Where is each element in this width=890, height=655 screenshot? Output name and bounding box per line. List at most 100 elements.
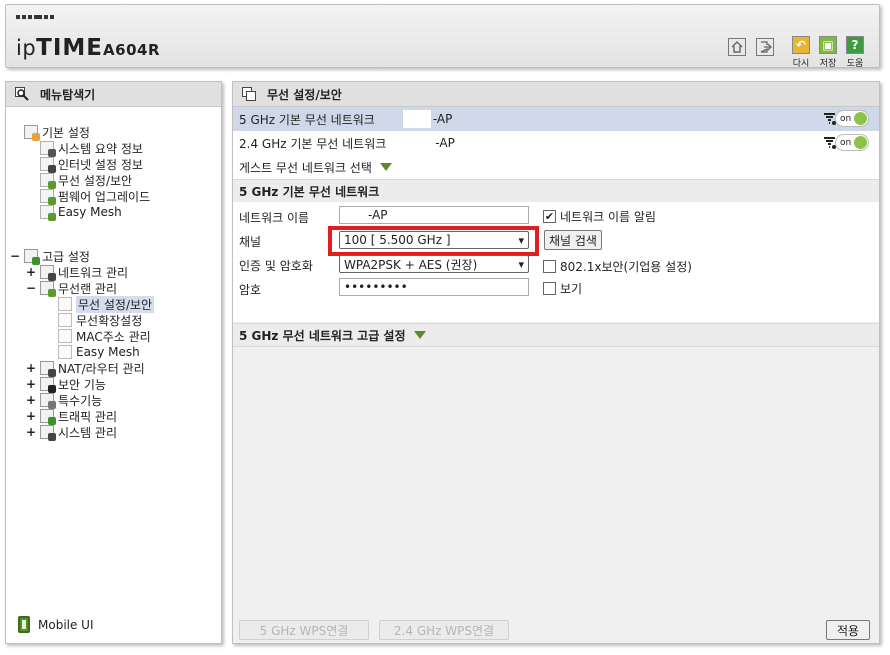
menu-explorer-panel: 메뉴탐색기 기본 설정 시스템 요약 정보 인터넷 설정 정보 무선 설정/보안… — [5, 81, 222, 644]
logout-icon[interactable] — [756, 38, 774, 56]
tree-easy-mesh-advanced[interactable]: Easy Mesh — [58, 344, 140, 360]
save-icon: ▣ — [819, 36, 837, 54]
advanced-5ghz-toggle[interactable]: 5 GHz 무선 네트워크 고급 설정 — [233, 323, 879, 347]
wifi-icon — [40, 281, 56, 297]
tree-wireless-security-basic[interactable]: 무선 설정/보안 — [40, 172, 132, 189]
wps-5ghz-button[interactable]: 5 GHz WPS연결 — [239, 620, 369, 640]
auth-label: 인증 및 암호화 — [239, 259, 313, 273]
tree-mac-management[interactable]: MAC주소 관리 — [58, 328, 151, 344]
folder-icon — [24, 125, 40, 141]
upgrade-icon — [40, 189, 56, 205]
password-label: 암호 — [239, 283, 262, 297]
tree-special-features[interactable]: + 특수기능 — [26, 392, 102, 409]
chart-icon — [40, 141, 56, 157]
tree-traffic-management[interactable]: + 트래픽 관리 — [26, 408, 117, 425]
wps-24ghz-button[interactable]: 2.4 GHz WPS연결 — [379, 620, 509, 640]
tree-security-features[interactable]: + 보안 기능 — [26, 376, 106, 393]
page-icon — [58, 345, 72, 359]
tree-advanced-settings[interactable]: − 고급 설정 — [10, 248, 90, 265]
brand-dots-icon — [16, 15, 54, 19]
tree-system-summary[interactable]: 시스템 요약 정보 — [40, 140, 143, 157]
page-icon — [58, 297, 72, 311]
monitor-icon — [40, 157, 56, 173]
menu-explorer-title: 메뉴탐색기 — [40, 87, 96, 102]
lock-icon — [40, 377, 56, 393]
expand-icon[interactable]: + — [26, 409, 36, 423]
guest-network-selector[interactable]: 게스트 무선 네트워크 선택 — [233, 155, 879, 179]
toggle-knob — [854, 136, 867, 149]
network-row-5ghz[interactable]: 5 GHz 기본 무선 네트워크 -AP on — [233, 107, 879, 131]
checkmark-icon: ✔ — [543, 210, 556, 223]
expand-icon[interactable]: + — [26, 377, 36, 391]
ssid-24ghz: -AP — [435, 136, 455, 150]
show-password-checkbox[interactable]: 보기 — [543, 280, 582, 297]
collapse-icon[interactable]: − — [26, 281, 36, 295]
tree-internet-info[interactable]: 인터넷 설정 정보 — [40, 156, 143, 173]
search-icon — [14, 86, 30, 102]
expand-icon[interactable]: + — [26, 425, 36, 439]
chevron-down-icon: ▾ — [518, 257, 524, 271]
toggle-5ghz[interactable]: on — [835, 110, 869, 127]
mesh-icon — [40, 205, 56, 221]
password-input[interactable]: ••••••••• — [339, 278, 529, 296]
section-5ghz-basic: 5 GHz 기본 무선 네트워크 — [233, 179, 879, 203]
folder-icon — [24, 249, 40, 265]
page-icon — [58, 329, 72, 343]
save-button[interactable]: ▣ 저장 — [817, 36, 839, 69]
expand-icon[interactable]: + — [26, 393, 36, 407]
tree-easy-mesh-basic[interactable]: Easy Mesh — [40, 204, 122, 221]
tree-network-management[interactable]: + 네트워크 관리 — [26, 264, 128, 281]
content-header: 무선 설정/보안 — [233, 82, 879, 107]
router-icon — [40, 361, 56, 377]
network-name-input[interactable]: -AP — [339, 206, 529, 224]
wifi-icon — [40, 173, 56, 189]
tree-wireless-security-advanced[interactable]: 무선 설정/보안 — [58, 295, 155, 313]
top-header: ipTIMEA604R ↶ 다시 ▣ 저장 ? 도움 — [5, 4, 880, 69]
page-title: 무선 설정/보안 — [267, 87, 342, 102]
content-panel: 무선 설정/보안 5 GHz 기본 무선 네트워크 -AP on 2.4 GHz… — [232, 81, 880, 644]
network-name-label: 네트워크 이름 — [239, 211, 310, 225]
ssid-5ghz: -AP — [432, 112, 453, 126]
toggle-24ghz[interactable]: on — [835, 134, 869, 151]
ssid-mask — [405, 134, 434, 152]
tree-system-management[interactable]: + 시스템 관리 — [26, 424, 117, 441]
channel-scan-button[interactable]: 채널 검색 — [544, 230, 602, 250]
chevron-down-icon: ▾ — [518, 233, 524, 247]
auth-select[interactable]: WPA2PSK + AES (권장) ▾ — [339, 255, 529, 273]
tree-firmware-upgrade[interactable]: 펌웨어 업그레이드 — [40, 188, 150, 205]
network-icon — [40, 265, 56, 281]
help-button[interactable]: ? 도움 — [844, 36, 866, 69]
wireless-form: 네트워크 이름 -AP ✔ 네트워크 이름 알림 채널 100 [ 5.500 … — [233, 202, 879, 322]
tree-wireless-management[interactable]: − 무선랜 관리 — [26, 280, 117, 297]
tools-icon — [40, 393, 56, 409]
mobile-phone-icon — [18, 616, 30, 633]
apply-button[interactable]: 적용 — [826, 620, 870, 640]
dropdown-triangle-icon — [413, 331, 426, 339]
window-icon — [241, 86, 257, 102]
dropdown-triangle-icon — [379, 163, 392, 171]
enterprise-security-checkbox[interactable]: 802.1x보안(기업용 설정) — [543, 258, 692, 275]
page-icon — [58, 313, 72, 327]
tree-nat-router[interactable]: + NAT/라우터 관리 — [26, 360, 145, 377]
expand-icon[interactable]: + — [26, 265, 36, 279]
channel-select[interactable]: 100 [ 5.500 GHz ] ▾ — [339, 231, 529, 249]
traffic-icon — [40, 409, 56, 425]
channel-label: 채널 — [239, 235, 262, 249]
mobile-ui-link[interactable]: Mobile UI — [18, 616, 94, 633]
selected-menu-item: 무선 설정/보안 — [76, 295, 155, 313]
network-row-24ghz[interactable]: 2.4 GHz 기본 무선 네트워크 -AP on — [233, 131, 879, 155]
redo-button[interactable]: ↶ 다시 — [790, 36, 812, 69]
broadcast-ssid-checkbox[interactable]: ✔ 네트워크 이름 알림 — [543, 208, 656, 225]
expand-icon[interactable]: + — [26, 361, 36, 375]
ssid-mask — [402, 110, 431, 128]
brand-logo: ipTIMEA604R — [16, 35, 161, 61]
collapse-icon[interactable]: − — [10, 249, 20, 263]
system-icon — [40, 425, 56, 441]
help-icon: ? — [846, 36, 864, 54]
model-name: A604R — [103, 41, 161, 59]
tree-wireless-extension[interactable]: 무선확장설정 — [58, 312, 142, 328]
toggle-knob — [854, 112, 867, 125]
redo-icon: ↶ — [792, 36, 810, 54]
tree-basic-settings[interactable]: 기본 설정 — [24, 124, 90, 141]
home-icon[interactable] — [728, 38, 746, 56]
